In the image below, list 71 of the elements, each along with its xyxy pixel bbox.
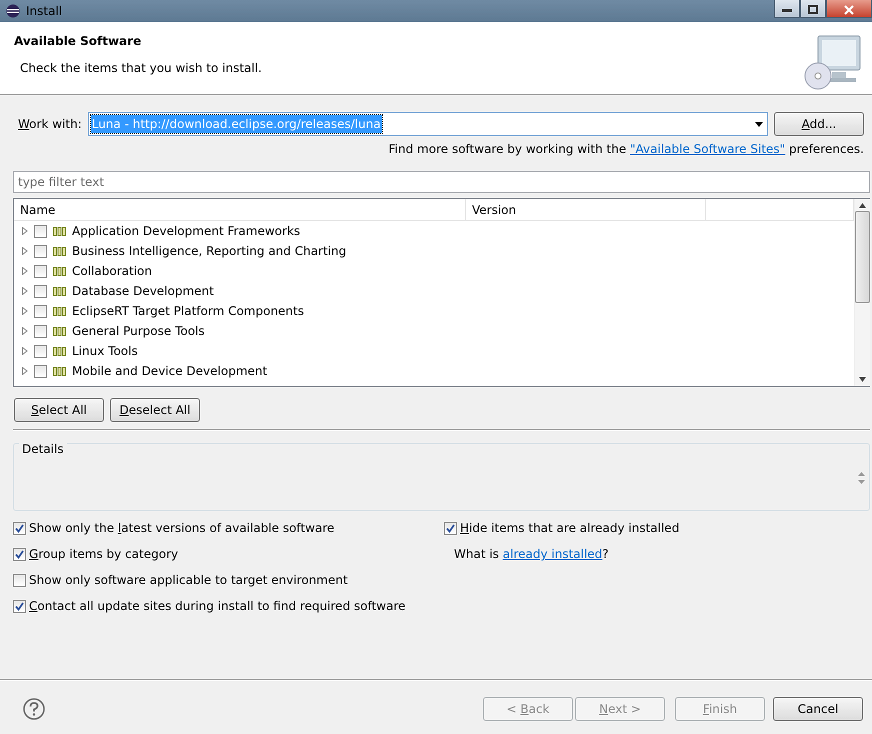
expand-arrow-icon[interactable] — [22, 367, 28, 375]
category-icon — [53, 286, 66, 296]
checkbox[interactable] — [34, 324, 47, 338]
checkbox[interactable] — [444, 522, 457, 534]
expand-arrow-icon[interactable] — [22, 347, 28, 355]
page-subtitle: Check the items that you wish to install. — [19, 60, 263, 78]
maximize-icon — [808, 5, 818, 14]
checkbox[interactable] — [34, 284, 47, 298]
help-icon[interactable] — [23, 698, 45, 720]
eclipse-logo-icon — [6, 4, 20, 18]
tree-item-label[interactable]: Linux Tools — [72, 342, 138, 360]
close-button[interactable] — [826, 0, 872, 18]
category-icon — [53, 226, 66, 236]
expand-arrow-icon[interactable] — [22, 247, 28, 255]
page-title: Available Software — [14, 34, 142, 48]
already-installed-link[interactable]: already installed — [502, 547, 602, 561]
filter-field[interactable]: type filter text — [13, 171, 870, 193]
checkbox[interactable] — [34, 304, 47, 318]
sites-hint-text: Find more software by working with the "Available Software Sites" preferences. — [388, 141, 864, 158]
option-label[interactable]: Show only software applicable to target environment — [29, 571, 348, 589]
cancel-button[interactable]: Cancel — [773, 697, 863, 721]
expand-arrow-icon[interactable] — [22, 307, 28, 315]
checkbox[interactable] — [13, 522, 26, 534]
option-label[interactable]: Show only the latest versions of available software — [29, 519, 334, 537]
tree-item-label[interactable]: EclipseRT Target Platform Components — [72, 302, 304, 320]
category-icon — [53, 246, 66, 256]
dropdown-caret-icon[interactable] — [755, 122, 763, 126]
column-header[interactable]: Name — [14, 199, 466, 220]
tree-item-label[interactable]: Application Development Frameworks — [72, 222, 300, 240]
minimize-icon — [782, 8, 792, 12]
checkbox[interactable] — [34, 344, 47, 358]
available-software-sites-link[interactable]: "Available Software Sites" — [630, 142, 786, 156]
checkbox[interactable] — [13, 600, 26, 612]
spinner-arrows-icon[interactable] — [858, 471, 865, 485]
category-icon — [53, 366, 66, 376]
scroll-thumb[interactable] — [855, 211, 870, 303]
tree-item-label[interactable]: Collaboration — [72, 262, 152, 280]
expand-arrow-icon[interactable] — [22, 287, 28, 295]
category-icon — [53, 346, 66, 356]
scroll-up-icon[interactable] — [859, 203, 866, 208]
option-label[interactable]: Hide items that are already installed — [460, 519, 680, 537]
what-is-text: What is already installed? — [454, 546, 609, 563]
expand-arrow-icon[interactable] — [22, 267, 28, 275]
window-title: Install — [26, 3, 62, 20]
tree-item-label[interactable]: Database Development — [72, 282, 214, 300]
category-icon — [53, 326, 66, 336]
checkbox[interactable] — [34, 264, 47, 278]
select-all-button[interactable]: Select All — [14, 398, 104, 422]
category-icon — [53, 306, 66, 316]
checkbox[interactable] — [34, 244, 47, 258]
category-icon — [53, 266, 66, 276]
work-with-label: Work with: — [18, 116, 82, 133]
tree-item-label[interactable]: General Purpose Tools — [72, 322, 205, 340]
checkbox[interactable] — [34, 224, 47, 238]
deselect-all-button[interactable]: Deselect All — [110, 398, 200, 422]
option-label[interactable]: Group items by category — [29, 545, 178, 563]
checkbox[interactable] — [34, 364, 47, 378]
tree-item-label[interactable]: Business Intelligence, Reporting and Charting — [72, 242, 346, 260]
maximize-button[interactable] — [800, 0, 826, 18]
option-label[interactable]: Contact all update sites during install to find required software — [29, 597, 406, 615]
close-icon — [844, 4, 854, 15]
add-button[interactable]: Add... — [774, 112, 864, 136]
expand-arrow-icon[interactable] — [22, 327, 28, 335]
expand-arrow-icon[interactable] — [22, 227, 28, 235]
vertical-scrollbar[interactable] — [854, 199, 870, 386]
minimize-button[interactable] — [774, 0, 800, 18]
scroll-down-icon[interactable] — [859, 377, 866, 382]
tree-item-label[interactable]: Mobile and Device Development — [72, 362, 268, 380]
checkbox[interactable] — [13, 548, 26, 560]
checkbox[interactable] — [13, 574, 26, 586]
column-header[interactable]: Version — [466, 199, 706, 220]
